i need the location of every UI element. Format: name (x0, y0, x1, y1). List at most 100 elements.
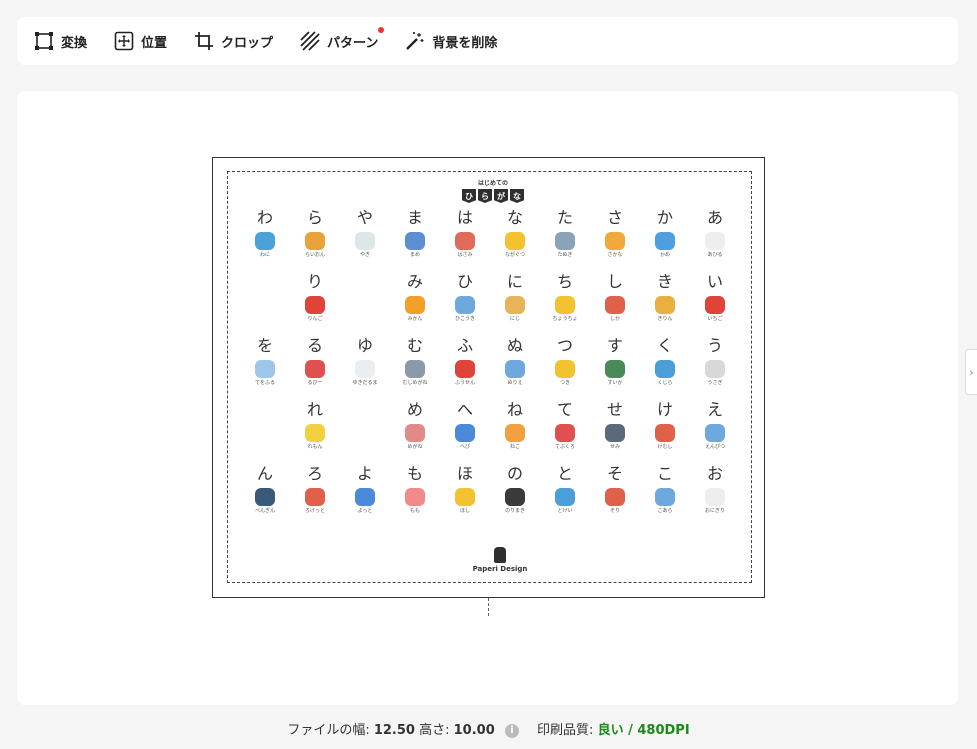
kana-card: おおにぎり (695, 464, 735, 522)
kana-character: こ (656, 464, 673, 483)
kana-word: うさぎ (707, 380, 723, 386)
kana-character: か (656, 208, 673, 227)
kana-card: めめがね (395, 400, 435, 458)
kana-word: せみ (609, 444, 620, 450)
illustration-icon (605, 296, 625, 314)
kana-word: めがね (407, 444, 423, 450)
transform-label: 変換 (61, 35, 88, 51)
kana-word: つき (559, 380, 570, 386)
kana-word: よっと (357, 508, 373, 514)
side-panel-toggle[interactable]: › (965, 349, 977, 395)
kana-word: いちご (707, 316, 723, 322)
illustration-icon (505, 296, 525, 314)
illustration-icon (455, 296, 475, 314)
kana-word: こあら (657, 508, 673, 514)
position-label: 位置 (141, 35, 168, 51)
kana-row: んぺんぎんろろけっとよよっともももほほしののりまきととけいそそりここあらおおにぎ… (240, 464, 740, 524)
kana-card: ほほし (445, 464, 485, 522)
kana-character: る (306, 336, 323, 355)
kana-word: ほし (459, 508, 470, 514)
kana-word: らいおん (304, 252, 325, 258)
kana-word: ねこ (509, 444, 520, 450)
kana-character: ち (556, 272, 573, 291)
kana-character: に (506, 272, 523, 291)
chevron-right-icon: › (969, 365, 974, 379)
kana-word: すいか (607, 380, 623, 386)
kana-character: え (706, 400, 723, 419)
poster-subtitle: はじめての (477, 180, 508, 187)
info-icon[interactable]: i (504, 723, 519, 738)
kana-word: わに (259, 252, 270, 258)
kana-word: へび (459, 444, 470, 450)
height-value: 10.00 (453, 723, 495, 738)
kana-word: まめ (409, 252, 420, 258)
illustration-icon (305, 296, 325, 314)
illustration-icon (505, 488, 525, 506)
quality-label: 印刷品質: (537, 723, 594, 738)
kana-word: のりまき (504, 508, 525, 514)
illustration-icon (355, 360, 375, 378)
illustration-icon (405, 360, 425, 378)
kana-card: りりんご (295, 272, 335, 330)
crop-button[interactable]: クロップ (193, 30, 273, 52)
kana-character: ほ (456, 464, 473, 483)
kana-card: ききりん (645, 272, 685, 330)
kana-word: ちょうちょ (552, 316, 578, 322)
kana-word: むしめがね (402, 380, 428, 386)
kana-character: ろ (306, 464, 323, 483)
kana-character: を (256, 336, 273, 355)
kana-card: よよっと (345, 464, 385, 522)
kana-card: ててぶくろ (545, 400, 585, 458)
illustration-icon (505, 360, 525, 378)
kana-character: い (706, 272, 723, 291)
kana-character: う (706, 336, 723, 355)
illustration-icon (705, 424, 725, 442)
kana-character: ん (256, 464, 273, 483)
pattern-button[interactable]: パターン (299, 27, 385, 52)
kana-card: いいちご (695, 272, 735, 330)
illustration-icon (405, 296, 425, 314)
kana-word: やぎ (359, 252, 370, 258)
kana-card: くくじら (645, 336, 685, 394)
illustration-icon (605, 232, 625, 250)
kana-word: てぶくろ (554, 444, 575, 450)
kana-character: け (656, 400, 673, 419)
kana-card: ししか (595, 272, 635, 330)
kana-word: きりん (657, 316, 673, 322)
kana-character: な (506, 208, 523, 227)
kana-card: ににじ (495, 272, 535, 330)
kana-character: く (656, 336, 673, 355)
kana-word: くじら (657, 380, 673, 386)
remove-background-button[interactable]: 背景を削除 (404, 30, 497, 52)
kana-word: もも (409, 508, 420, 514)
kana-word: りんご (307, 316, 323, 322)
kana-card: わわに (245, 208, 285, 266)
illustration-icon (555, 232, 575, 250)
kana-character: み (406, 272, 423, 291)
kana-character: よ (356, 464, 373, 483)
kana-character: は (456, 208, 473, 227)
kana-card: ららいおん (295, 208, 335, 266)
kana-card: なながぐつ (495, 208, 535, 266)
illustration-icon (705, 296, 725, 314)
illustration-icon (305, 424, 325, 442)
kana-card: かかめ (645, 208, 685, 266)
kana-character: へ (456, 400, 473, 419)
kana-card: ここあら (645, 464, 685, 522)
poster-preview[interactable]: はじめての ひ ら が な わわにららいおんややぎままめははさみなながぐつたたぬ… (212, 157, 765, 598)
illustration-icon (655, 424, 675, 442)
quality-value: 良い / 480DPI (597, 723, 690, 738)
transform-button[interactable]: 変換 (33, 30, 87, 52)
kana-character: あ (706, 208, 723, 227)
kana-card: ねねこ (495, 400, 535, 458)
kana-card: んぺんぎん (245, 464, 285, 522)
kana-character: し (606, 272, 623, 291)
position-button[interactable]: 位置 (113, 30, 167, 52)
title-flag: が (494, 189, 508, 203)
kana-word: ゆきだるま (352, 380, 378, 386)
kana-card: むむしめがね (395, 336, 435, 394)
safe-area-guide: はじめての ひ ら が な わわにららいおんややぎままめははさみなながぐつたたぬ… (227, 171, 752, 583)
crop-icon (193, 30, 215, 52)
kana-word: おにぎり (704, 508, 725, 514)
illustration-icon (555, 296, 575, 314)
